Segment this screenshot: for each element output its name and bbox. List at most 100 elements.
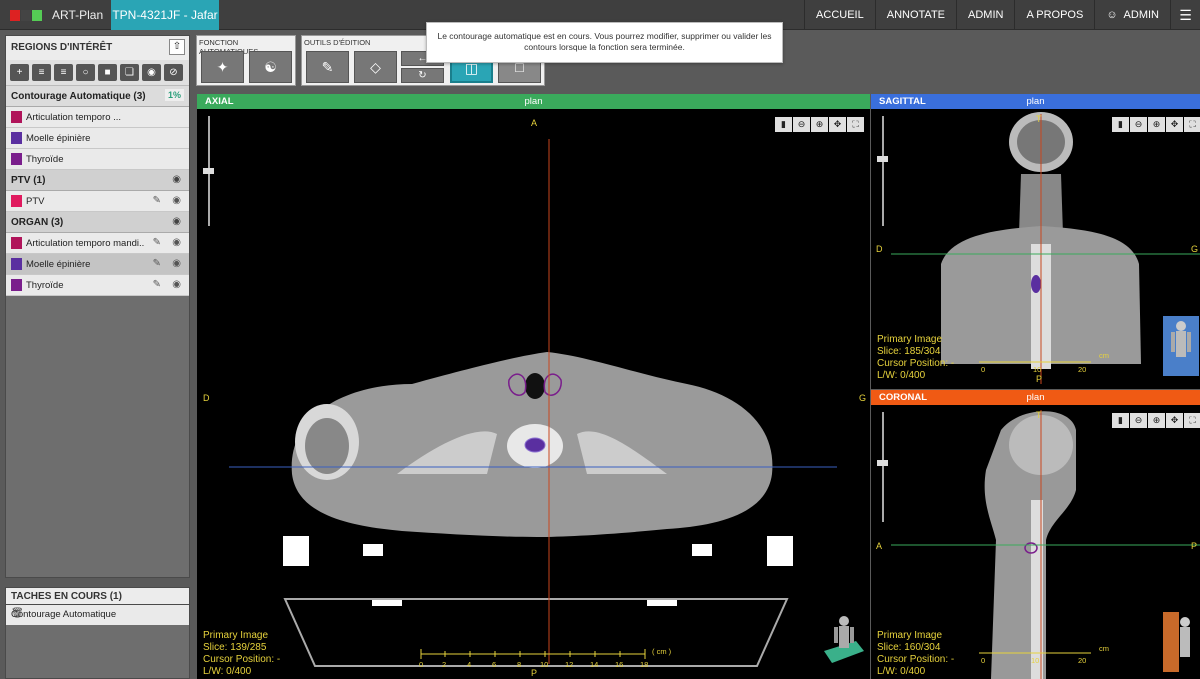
- eye-icon[interactable]: ◉: [172, 237, 181, 248]
- info-line: Cursor Position: -: [877, 358, 955, 369]
- roi-item[interactable]: Thyroïde: [6, 149, 189, 170]
- color-swatch: [11, 195, 22, 207]
- patient-tab[interactable]: TPN-4321JF - Jafar: [111, 0, 219, 30]
- trash-icon[interactable]: 🗑: [11, 608, 179, 619]
- sagittal-scale-tick: 20: [1078, 365, 1087, 374]
- eye-icon[interactable]: ◉: [172, 258, 181, 269]
- roi-item[interactable]: Moelle épinière: [6, 128, 189, 149]
- edit-icon[interactable]: ✎: [153, 195, 161, 206]
- sagittal-scale-tick: 0: [981, 365, 986, 374]
- body-contour-icon[interactable]: ☯: [249, 51, 292, 83]
- roi-group-organ[interactable]: ORGAN (3) ◉: [6, 212, 189, 233]
- tasks-header: TACHES EN COURS (1): [5, 587, 190, 605]
- info-line: Slice: 160/304: [877, 642, 941, 653]
- edit-tools-label: OUTILS D'ÉDITION: [304, 38, 371, 47]
- group-label: Contourage Automatique (3): [11, 91, 146, 102]
- roi-item[interactable]: Thyroïde ✎ ◉: [6, 275, 189, 296]
- notification-tooltip: Le contourage automatique est en cours. …: [426, 22, 783, 63]
- roi-item-label: Thyroïde: [26, 280, 64, 291]
- eye-icon[interactable]: ◉: [172, 216, 181, 227]
- edit-icon[interactable]: ✎: [153, 237, 161, 248]
- redo-icon[interactable]: ↻: [401, 68, 444, 83]
- app-logo: [10, 10, 44, 21]
- axial-orient-right: G: [859, 393, 867, 403]
- task-item[interactable]: Contourage Automatique 🗑: [6, 605, 189, 625]
- axial-scale-tick: 18: [640, 660, 649, 669]
- nav-admin[interactable]: ADMIN: [956, 0, 1014, 30]
- coronal-orient-left: A: [876, 541, 883, 551]
- app-name: ART-Plan: [52, 8, 104, 22]
- nav-accueil[interactable]: ACCUEIL: [804, 0, 875, 30]
- progress-badge: 1%: [164, 89, 184, 101]
- axial-scale-tick: 4: [467, 660, 472, 669]
- axial-view[interactable]: AXIAL plan ▮ ⊖ ⊕ ✥ ⛶ A P D G 0 2 4 6 8 1…: [197, 94, 870, 679]
- copy-icon[interactable]: ❏: [120, 64, 139, 81]
- axial-scale-tick: 6: [492, 660, 497, 669]
- group-label: ORGAN (3): [11, 217, 64, 228]
- nav-a-propos[interactable]: A PROPOS: [1014, 0, 1094, 30]
- edit-icon[interactable]: ✎: [153, 279, 161, 290]
- orientation-mannequin-icon[interactable]: [1163, 316, 1199, 376]
- nav-annotate[interactable]: ANNOTATE: [874, 0, 956, 30]
- axial-scale-tick: 2: [442, 660, 447, 669]
- add-roi-icon[interactable]: +: [10, 64, 29, 81]
- color-swatch: [11, 132, 22, 144]
- export-icon[interactable]: ⇧: [169, 39, 185, 55]
- coronal-view[interactable]: CORONAL plan ▮ ⊖ ⊕ ✥ ⛶ T A P 0 10 20 cm Prim…: [871, 390, 1200, 679]
- eye-icon[interactable]: ◉: [172, 279, 181, 290]
- coronal-scale-tick: 0: [981, 656, 986, 665]
- sagittal-orient-left: D: [876, 244, 883, 254]
- info-line: Primary Image: [877, 630, 943, 641]
- list-options-icon[interactable]: ≡: [54, 64, 73, 81]
- roi-title: REGIONS D'INTÉRÊT: [11, 42, 113, 53]
- sagittal-info: Primary Image Slice: 185/304 Cursor Posi…: [877, 334, 954, 382]
- roi-item-label: PTV: [26, 196, 45, 207]
- polygon-icon[interactable]: ◇: [354, 51, 397, 83]
- user-name: ADMIN: [1123, 9, 1159, 21]
- orientation-mannequin-icon[interactable]: [1163, 612, 1199, 672]
- brush-icon[interactable]: ✎: [306, 51, 349, 83]
- hamburger-menu-icon[interactable]: ☰: [1170, 0, 1200, 30]
- user-menu[interactable]: ☺ ADMIN: [1094, 0, 1170, 30]
- auto-functions-group: FONCTION AUTOMATIQUES ✦ ☯: [196, 35, 296, 86]
- main-nav: ACCUEIL ANNOTATE ADMIN A PROPOS ☺ ADMIN ☰: [804, 0, 1200, 30]
- roi-toolbar: + ≡ ≡ ○ ■ ❏ ◉ ⊘: [6, 60, 189, 86]
- eye-icon[interactable]: ◉: [172, 174, 181, 185]
- roi-item-label: Articulation temporo ...: [26, 112, 122, 123]
- color-swatch: [11, 153, 22, 165]
- hide-all-icon[interactable]: ⊘: [164, 64, 183, 81]
- info-line: Cursor Position: -: [877, 654, 955, 665]
- fill-icon[interactable]: ■: [98, 64, 117, 81]
- roi-item-label: Moelle épinière: [26, 259, 91, 270]
- orientation-mannequin-icon[interactable]: [822, 611, 866, 673]
- roi-group-ptv[interactable]: PTV (1) ◉: [6, 170, 189, 191]
- list-icon[interactable]: ≡: [32, 64, 51, 81]
- axial-info: Primary Image Slice: 139/285 Cursor Posi…: [203, 630, 280, 678]
- sagittal-scale-tick: 10: [1033, 365, 1042, 374]
- tasks-title: TACHES EN COURS (1): [11, 591, 122, 602]
- info-line: Primary Image: [877, 334, 943, 345]
- coronal-orient-top: T: [1036, 410, 1042, 420]
- info-line: Cursor Position: -: [203, 654, 281, 665]
- axial-scale-unit: ( cm ): [652, 647, 672, 656]
- merge-icon[interactable]: ○: [76, 64, 95, 81]
- axial-scale-tick: 14: [590, 660, 599, 669]
- sagittal-orient-right: G: [1191, 244, 1199, 254]
- roi-item[interactable]: PTV ✎ ◉: [6, 191, 189, 212]
- magic-wand-icon[interactable]: ✦: [201, 51, 244, 83]
- user-icon: ☺: [1106, 9, 1118, 21]
- roi-item[interactable]: Articulation temporo ...: [6, 107, 189, 128]
- axial-orient-left: D: [203, 393, 210, 403]
- roi-item[interactable]: Articulation temporo mandi... ✎ ◉: [6, 233, 189, 254]
- roi-group-auto[interactable]: Contourage Automatique (3) 1%: [6, 86, 189, 107]
- roi-item-label: Articulation temporo mandi...: [26, 238, 144, 249]
- sagittal-orient-top: T: [1036, 114, 1042, 124]
- edit-icon[interactable]: ✎: [153, 258, 161, 269]
- roi-panel: REGIONS D'INTÉRÊT ⇧ + ≡ ≡ ○ ■ ❏ ◉ ⊘ Cont…: [5, 35, 190, 578]
- sagittal-view[interactable]: SAGITTAL plan ▮ ⊖ ⊕ ✥ ⛶ T P D G 0 10 20 cm P…: [871, 94, 1200, 389]
- eye-icon[interactable]: ◉: [172, 195, 181, 206]
- roi-item[interactable]: Moelle épinière ✎ ◉: [6, 254, 189, 275]
- axial-scale-tick: 12: [565, 660, 574, 669]
- show-all-icon[interactable]: ◉: [142, 64, 161, 81]
- coronal-scale-tick: 20: [1078, 656, 1087, 665]
